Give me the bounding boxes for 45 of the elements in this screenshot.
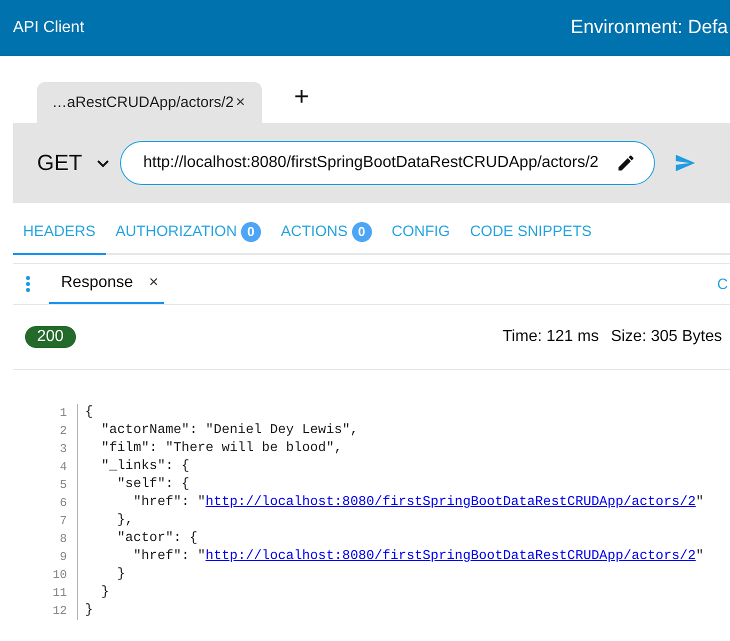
code-line: "href": "http://localhost:8080/firstSpringBootDataRestCRUDApp/actors/2" [132,494,705,512]
line-number: 8 [50,530,78,548]
method-dropdown[interactable]: GET [37,150,110,176]
chevron-down-icon [96,158,110,168]
code-line: } [84,602,94,620]
code-line: { [84,404,94,422]
new-tab-button[interactable]: + [294,80,310,112]
more-options-icon[interactable] [25,275,31,293]
code-line: "film": "There will be blood", [100,440,344,458]
line-number: 7 [50,512,78,530]
status-badge: 200 [25,326,76,348]
code-line: "_links": { [100,458,190,476]
response-tab[interactable]: Response × [49,264,164,304]
code-line: "self": { [116,476,190,494]
environment-label: Environment: Defa [570,17,728,39]
line-number: 1 [50,404,78,422]
code-line: }, [116,512,134,530]
url-field[interactable]: http://localhost:8080/firstSpringBootDataRestCRUDApp/actors/2 [120,141,656,185]
request-tab-label: …aRestCRUDApp/actors/2 [52,94,234,111]
code-line: "actorName": "Deniel Dey Lewis", [100,422,360,440]
line-number: 3 [50,440,78,458]
code-link[interactable]: http://localhost:8080/firstSpringBootDataRestCRUDApp/actors/2 [206,495,696,510]
app-title: API Client [13,19,84,37]
code-line: } [100,584,110,602]
line-number: 2 [50,422,78,440]
response-size: Size: 305 Bytes [610,328,722,346]
line-number: 11 [50,584,78,602]
line-number: 5 [50,476,78,494]
line-number: 4 [50,458,78,476]
close-icon[interactable]: × [147,274,158,292]
line-number: 10 [50,566,78,584]
code-link[interactable]: http://localhost:8080/firstSpringBootDataRestCRUDApp/actors/2 [206,549,696,564]
send-icon[interactable] [673,152,698,174]
response-time: Time: 121 ms [502,328,599,346]
code-line: "actor": { [116,530,198,548]
request-tab[interactable]: …aRestCRUDApp/actors/2× [37,82,262,123]
count-badge: 0 [352,222,372,242]
line-number: 12 [50,602,78,620]
count-badge: 0 [240,222,261,242]
line-number: 9 [50,548,78,566]
close-tab-button[interactable]: × [234,94,246,112]
pencil-icon[interactable] [616,153,636,173]
code-line: "href": "http://localhost:8080/firstSpringBootDataRestCRUDApp/actors/2" [132,548,705,566]
line-number: 6 [50,494,78,512]
code-line: } [116,566,126,584]
